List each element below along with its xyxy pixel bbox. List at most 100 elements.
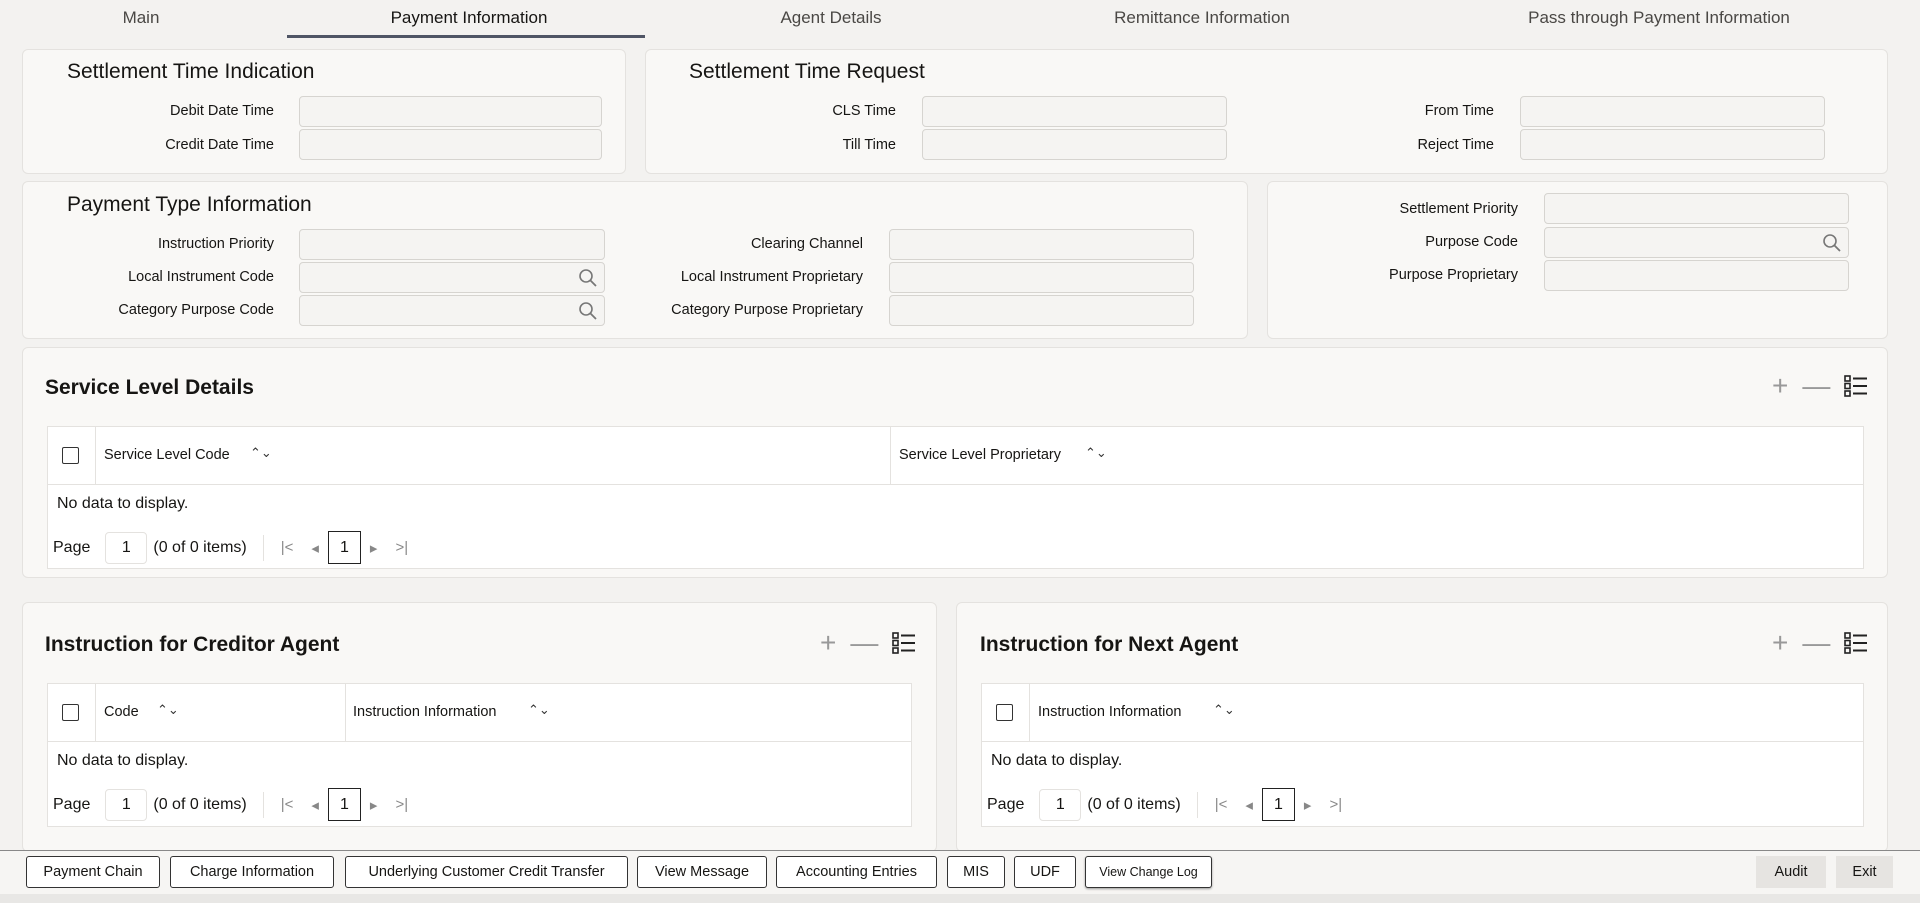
sort-icon[interactable]: ⌃⌄ xyxy=(250,445,272,461)
cls-time-input[interactable] xyxy=(922,96,1227,127)
purpose-proprietary-input[interactable] xyxy=(1544,260,1849,291)
accounting-entries-button[interactable]: Accounting Entries xyxy=(776,856,937,888)
select-all-checkbox[interactable] xyxy=(62,704,79,721)
sort-icon[interactable]: ⌃⌄ xyxy=(1085,445,1107,461)
no-data-message: No data to display. xyxy=(57,495,189,512)
add-icon[interactable]: + xyxy=(820,627,836,659)
page-input[interactable]: 1 xyxy=(105,531,148,564)
search-icon[interactable] xyxy=(1822,233,1842,253)
audit-button[interactable]: Audit xyxy=(1756,856,1826,888)
underlying-customer-credit-transfer-button[interactable]: Underlying Customer Credit Transfer xyxy=(345,856,628,888)
active-tab-indicator xyxy=(287,35,645,38)
next-page-icon[interactable]: ▸ xyxy=(1304,796,1312,814)
settlement-time-indication-title: Settlement Time Indication xyxy=(67,60,315,83)
category-purpose-code-label: Category Purpose Code xyxy=(118,302,274,318)
category-purpose-code-input[interactable] xyxy=(299,295,605,326)
page-label: Page xyxy=(53,795,91,813)
local-instrument-code-label: Local Instrument Code xyxy=(128,269,274,285)
category-purpose-proprietary-input[interactable] xyxy=(889,295,1194,326)
purpose-code-label: Purpose Code xyxy=(1425,234,1518,250)
tab-payment-information[interactable]: Payment Information xyxy=(391,8,548,28)
till-time-input[interactable] xyxy=(922,129,1227,160)
select-all-checkbox[interactable] xyxy=(62,447,79,464)
previous-page-icon[interactable]: ◂ xyxy=(311,539,319,557)
view-change-log-button[interactable]: View Change Log xyxy=(1085,856,1212,888)
first-page-icon[interactable]: |< xyxy=(281,796,294,813)
from-time-input[interactable] xyxy=(1520,96,1825,127)
column-header-instruction-information[interactable]: Instruction Information xyxy=(353,704,496,720)
debit-date-time-input[interactable] xyxy=(299,96,602,127)
search-icon[interactable] xyxy=(578,301,598,321)
add-icon[interactable]: + xyxy=(1772,370,1788,402)
cls-time-label: CLS Time xyxy=(832,103,896,119)
first-page-icon[interactable]: |< xyxy=(1215,796,1228,813)
charge-information-button[interactable]: Charge Information xyxy=(170,856,334,888)
instruction-priority-label: Instruction Priority xyxy=(157,236,274,252)
next-page-icon[interactable]: ▸ xyxy=(370,539,378,557)
page-input[interactable]: 1 xyxy=(1039,788,1082,821)
clearing-channel-label: Clearing Channel xyxy=(750,236,863,252)
tab-agent-details[interactable]: Agent Details xyxy=(780,8,881,28)
table-header: Service Level Code ⌃⌄ Service Level Prop… xyxy=(48,427,1863,485)
current-page-button[interactable]: 1 xyxy=(327,531,361,564)
debit-date-time-label: Debit Date Time xyxy=(170,103,274,119)
tab-main[interactable]: Main xyxy=(123,8,160,28)
no-data-message: No data to display. xyxy=(991,752,1123,769)
exit-button[interactable]: Exit xyxy=(1836,856,1893,888)
first-page-icon[interactable]: |< xyxy=(281,539,294,556)
current-page-button[interactable]: 1 xyxy=(327,788,361,821)
add-icon[interactable]: + xyxy=(1772,627,1788,659)
purpose-code-input[interactable] xyxy=(1544,227,1849,258)
last-page-icon[interactable]: >| xyxy=(1329,796,1342,813)
mis-button[interactable]: MIS xyxy=(947,856,1005,888)
remove-icon[interactable]: — xyxy=(850,627,878,659)
service-level-toolbar: + — xyxy=(1772,370,1868,402)
column-header-service-level-code[interactable]: Service Level Code xyxy=(104,447,230,463)
page-input[interactable]: 1 xyxy=(105,788,148,821)
credit-date-time-input[interactable] xyxy=(299,129,602,160)
tab-remittance-information[interactable]: Remittance Information xyxy=(1114,8,1290,28)
view-message-button[interactable]: View Message xyxy=(637,856,767,888)
current-page-button[interactable]: 1 xyxy=(1261,788,1295,821)
service-level-table: Service Level Code ⌃⌄ Service Level Prop… xyxy=(47,426,1864,569)
credit-date-time-label: Credit Date Time xyxy=(165,137,274,153)
settlement-time-request-title: Settlement Time Request xyxy=(689,60,925,83)
next-page-icon[interactable]: ▸ xyxy=(370,796,378,814)
local-instrument-proprietary-input[interactable] xyxy=(889,262,1194,293)
last-page-icon[interactable]: >| xyxy=(395,796,408,813)
page-label: Page xyxy=(53,538,91,556)
column-header-code[interactable]: Code xyxy=(104,704,139,720)
remove-icon[interactable]: — xyxy=(1802,370,1830,402)
tab-pass-through-payment-information[interactable]: Pass through Payment Information xyxy=(1528,8,1790,28)
previous-page-icon[interactable]: ◂ xyxy=(1245,796,1253,814)
list-icon[interactable] xyxy=(892,632,916,654)
list-icon[interactable] xyxy=(1844,375,1868,397)
service-level-details-title: Service Level Details xyxy=(45,376,254,399)
previous-page-icon[interactable]: ◂ xyxy=(311,796,319,814)
items-count: (0 of 0 items) xyxy=(153,538,247,556)
sort-icon[interactable]: ⌃⌄ xyxy=(157,702,179,718)
instruction-priority-input[interactable] xyxy=(299,229,605,260)
sort-icon[interactable]: ⌃⌄ xyxy=(1213,702,1235,718)
last-page-icon[interactable]: >| xyxy=(395,539,408,556)
column-header-instruction-information[interactable]: Instruction Information xyxy=(1038,704,1181,720)
items-count: (0 of 0 items) xyxy=(153,795,247,813)
remove-icon[interactable]: — xyxy=(1802,627,1830,659)
settlement-priority-input[interactable] xyxy=(1544,193,1849,224)
local-instrument-proprietary-label: Local Instrument Proprietary xyxy=(680,269,863,285)
reject-time-input[interactable] xyxy=(1520,129,1825,160)
settlement-priority-label: Settlement Priority xyxy=(1399,201,1518,217)
no-data-message: No data to display. xyxy=(57,752,189,769)
clearing-channel-input[interactable] xyxy=(889,229,1194,260)
local-instrument-code-input[interactable] xyxy=(299,262,605,293)
udf-button[interactable]: UDF xyxy=(1014,856,1076,888)
purpose-proprietary-label: Purpose Proprietary xyxy=(1389,267,1518,283)
select-all-checkbox[interactable] xyxy=(996,704,1013,721)
search-icon[interactable] xyxy=(578,268,598,288)
list-icon[interactable] xyxy=(1844,632,1868,654)
sort-icon[interactable]: ⌃⌄ xyxy=(528,702,550,718)
column-header-service-level-proprietary[interactable]: Service Level Proprietary xyxy=(899,447,1061,463)
pagination: Page 1 (0 of 0 items) |< ◂ 1 ▸ >| xyxy=(987,788,1351,821)
payment-chain-button[interactable]: Payment Chain xyxy=(26,856,160,888)
table-header: Instruction Information ⌃⌄ xyxy=(982,684,1863,742)
